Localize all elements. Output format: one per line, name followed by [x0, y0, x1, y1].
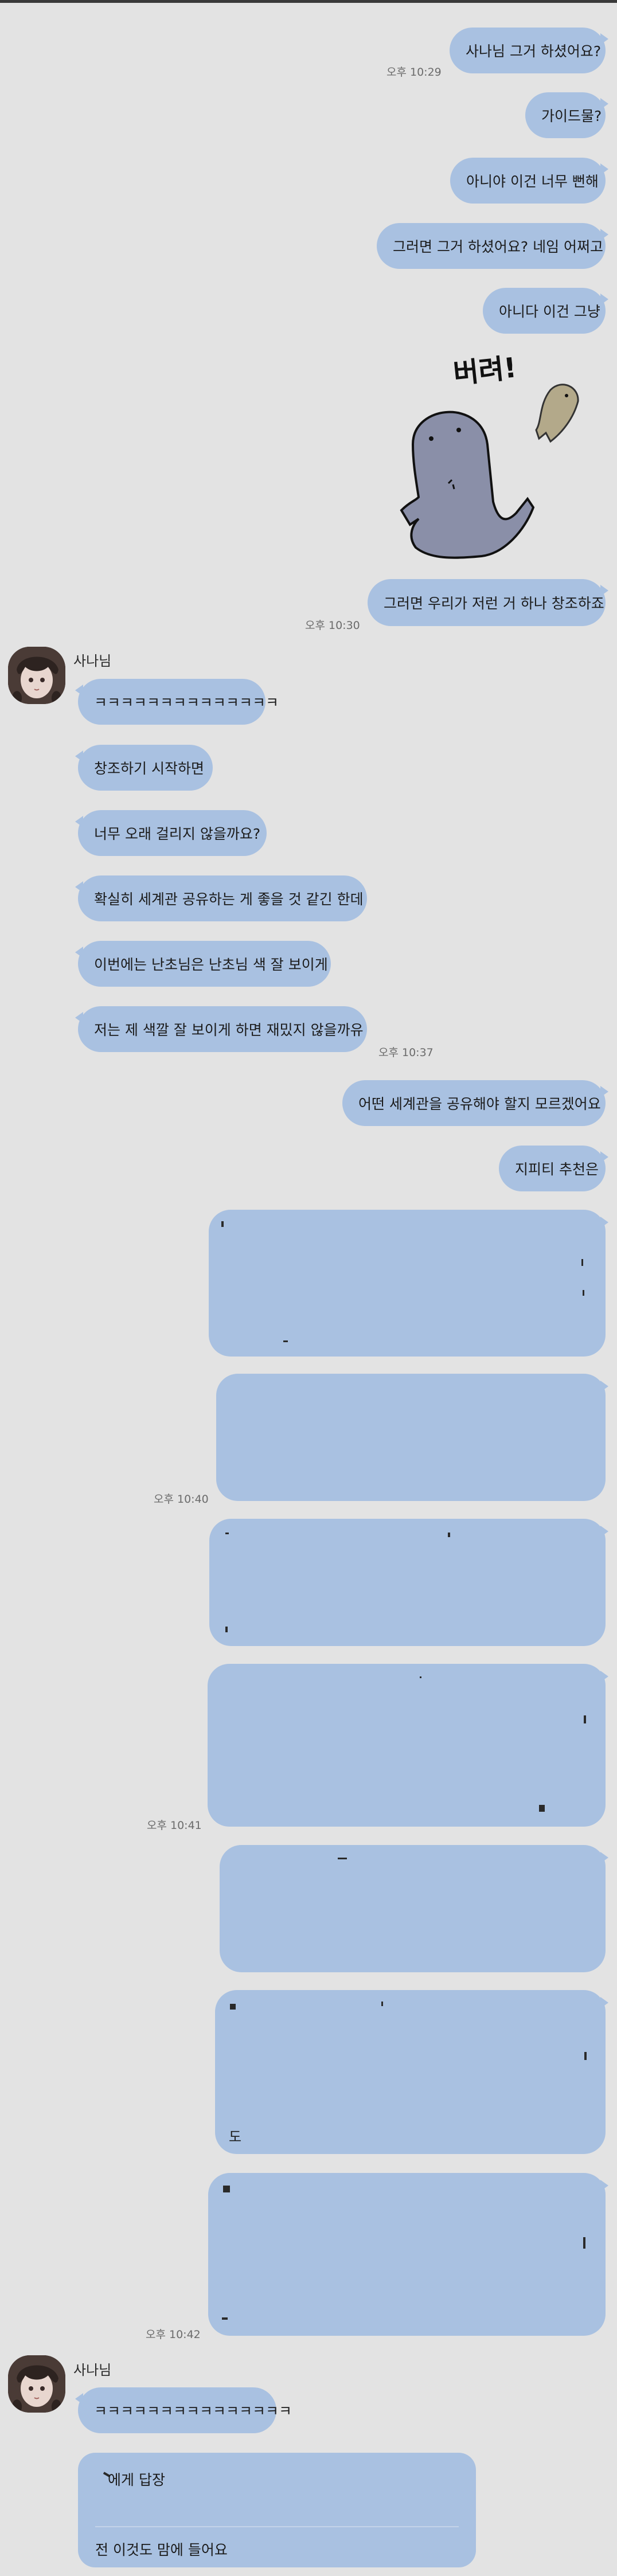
text-fragment [381, 2002, 383, 2006]
message-bubble-sent[interactable]: 아니다 이건 그냥 [483, 288, 608, 334]
message-text: 가이드물? [541, 108, 602, 124]
message-bubble-received[interactable]: 저는 제 색깔 잘 보이게 하면 재밌지 않을까유 [75, 1006, 367, 1052]
sticker-caption: 버려! [451, 351, 518, 390]
message-bubble-received[interactable]: 확실히 세계관 공유하는 게 좋을 것 같긴 한데 [75, 875, 367, 921]
avatar-icon [8, 647, 65, 704]
redacted-message-block[interactable] [209, 1210, 608, 1357]
message-text: 사나님 그거 하셨어요? [466, 43, 602, 60]
redacted-message-block[interactable] [209, 1519, 608, 1646]
message-bubble-received[interactable]: ㅋㅋㅋㅋㅋㅋㅋㅋㅋㅋㅋㅋㅋㅋㅋ [75, 2387, 292, 2433]
message-bubble-sent[interactable]: 아니야 이건 너무 뻔해 [450, 158, 608, 204]
message-text: 지피티 추천은 [515, 1161, 599, 1178]
message-text: 어떤 세계관을 공유해야 할지 모르겠어요 [358, 1096, 601, 1112]
redacted-message-block[interactable] [208, 2173, 608, 2336]
message-bubble-sent[interactable]: 어떤 세계관을 공유해야 할지 모르겠어요 [342, 1080, 608, 1126]
message-text: 아니다 이건 그냥 [499, 303, 600, 320]
text-fragment [581, 1259, 583, 1266]
text-fragment [283, 1340, 288, 1342]
message-bubble-received[interactable]: ㅋㅋㅋㅋㅋㅋㅋㅋㅋㅋㅋㅋㅋㅋ [75, 679, 279, 725]
redacted-message-block[interactable] [216, 1374, 608, 1501]
message-bubble-sent[interactable]: 그러면 그거 하셨어요? 네임 어쩌고 [377, 223, 608, 269]
timestamp: 오후 10:42 [146, 2328, 201, 2341]
text-fragment [448, 1533, 450, 1537]
reply-divider [95, 2526, 459, 2527]
text-fragment [584, 2052, 587, 2060]
text-fragment [225, 1533, 229, 1534]
text-fragment [539, 1805, 545, 1812]
reply-header: 에게 답장 [108, 2472, 165, 2488]
text-fragment [230, 2004, 236, 2010]
text-fragment [583, 2237, 585, 2249]
avatar[interactable] [8, 2355, 65, 2413]
message-text: 아니야 이건 너무 뻔해 [466, 173, 599, 190]
avatar-icon [8, 2355, 65, 2413]
message-bubble-received[interactable]: 이번에는 난초님은 난초님 색 잘 보이게 [75, 941, 331, 987]
message-text: 그러면 그거 하셨어요? 네임 어쩌고 [393, 239, 604, 255]
message-text: 창조하기 시작하면 [94, 760, 204, 777]
message-bubble-sent[interactable]: 사나님 그거 하셨어요? [450, 28, 608, 73]
redacted-message-block[interactable] [208, 1664, 608, 1827]
message-text: ㅋㅋㅋㅋㅋㅋㅋㅋㅋㅋㅋㅋㅋㅋ [94, 694, 279, 711]
message-bubble-sent[interactable]: 지피티 추천은 [499, 1146, 608, 1191]
message-text: 그러면 우리가 저런 거 하나 창조하죠 [384, 595, 604, 612]
text-fragment [420, 1676, 421, 1678]
sticker[interactable]: 버려! [396, 347, 602, 565]
message-bubble-received[interactable]: 창조하기 시작하면 [75, 745, 213, 791]
message-bubble-received[interactable]: 너무 오래 걸리지 않을까요? [75, 810, 267, 856]
timestamp: 오후 10:37 [378, 1046, 434, 1059]
chat-screen: 사나님 그거 하셨어요? 오후 10:29 가이드물? 아니야 이건 너무 뻔해… [0, 0, 617, 2576]
text-fragment [222, 2317, 228, 2320]
message-text: 저는 제 색깔 잘 보이게 하면 재밌지 않을까유 [94, 1022, 364, 1038]
sender-name: 사나님 [73, 653, 112, 669]
text-fragment [221, 1221, 224, 1227]
sender-name: 사나님 [73, 2362, 112, 2378]
message-bubble-sent[interactable]: 그러면 우리가 저런 거 하나 창조하죠 [368, 579, 608, 626]
message-fragment: 도 [229, 2129, 242, 2145]
reply-message-bubble[interactable]: 에게 답장 전 이것도 맘에 들어요 [78, 2453, 476, 2567]
reply-text: 전 이것도 맘에 들어요 [95, 2542, 228, 2558]
redacted-message-block[interactable]: 도 [215, 1990, 608, 2154]
timestamp: 오후 10:30 [305, 619, 360, 632]
message-text: 이번에는 난초님은 난초님 색 잘 보이게 [94, 956, 328, 973]
text-fragment [583, 1290, 584, 1296]
timestamp: 오후 10:29 [386, 66, 442, 79]
text-fragment [584, 1715, 586, 1723]
text-fragment [338, 1858, 347, 1859]
redacted-message-block[interactable] [220, 1845, 608, 1972]
message-bubble-sent[interactable]: 가이드물? [525, 92, 608, 138]
message-text: 너무 오래 걸리지 않을까요? [94, 826, 261, 842]
timestamp: 오후 10:40 [154, 1493, 209, 1506]
text-fragment [225, 1627, 228, 1632]
text-fragment [223, 2186, 230, 2192]
timestamp: 오후 10:41 [147, 1819, 202, 1832]
message-text: ㅋㅋㅋㅋㅋㅋㅋㅋㅋㅋㅋㅋㅋㅋㅋ [94, 2403, 292, 2419]
avatar[interactable] [8, 647, 65, 704]
top-edge [0, 0, 617, 3]
message-text: 확실히 세계관 공유하는 게 좋을 것 같긴 한데 [94, 891, 364, 908]
